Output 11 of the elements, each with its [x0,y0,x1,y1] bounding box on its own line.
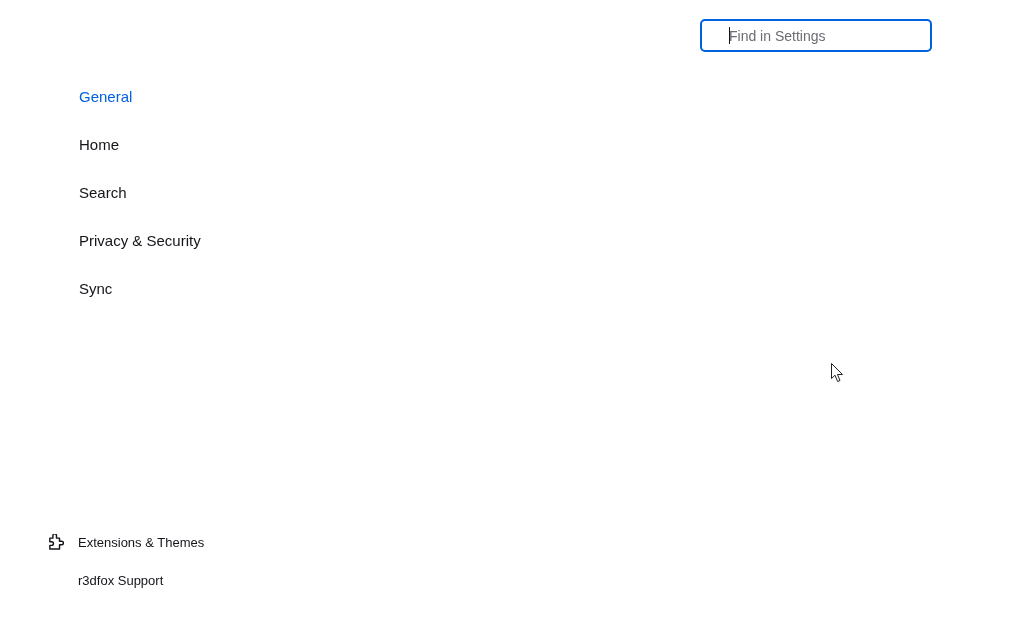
category-item[interactable]: Home [79,120,119,168]
mouse-pointer-icon [831,363,843,382]
puzzle-piece-icon [49,534,64,550]
category-item[interactable]: Sync [79,264,113,312]
text-caret-icon [729,27,730,44]
category-item[interactable]: Privacy & Security [79,216,201,264]
footer-link[interactable]: r3dfox Support [78,572,164,588]
category-item[interactable]: Search [79,168,127,216]
search-field[interactable]: Find in Settings [700,19,932,52]
category-item[interactable]: General [79,72,133,120]
footer-link[interactable]: Extensions & Themes [78,534,205,550]
